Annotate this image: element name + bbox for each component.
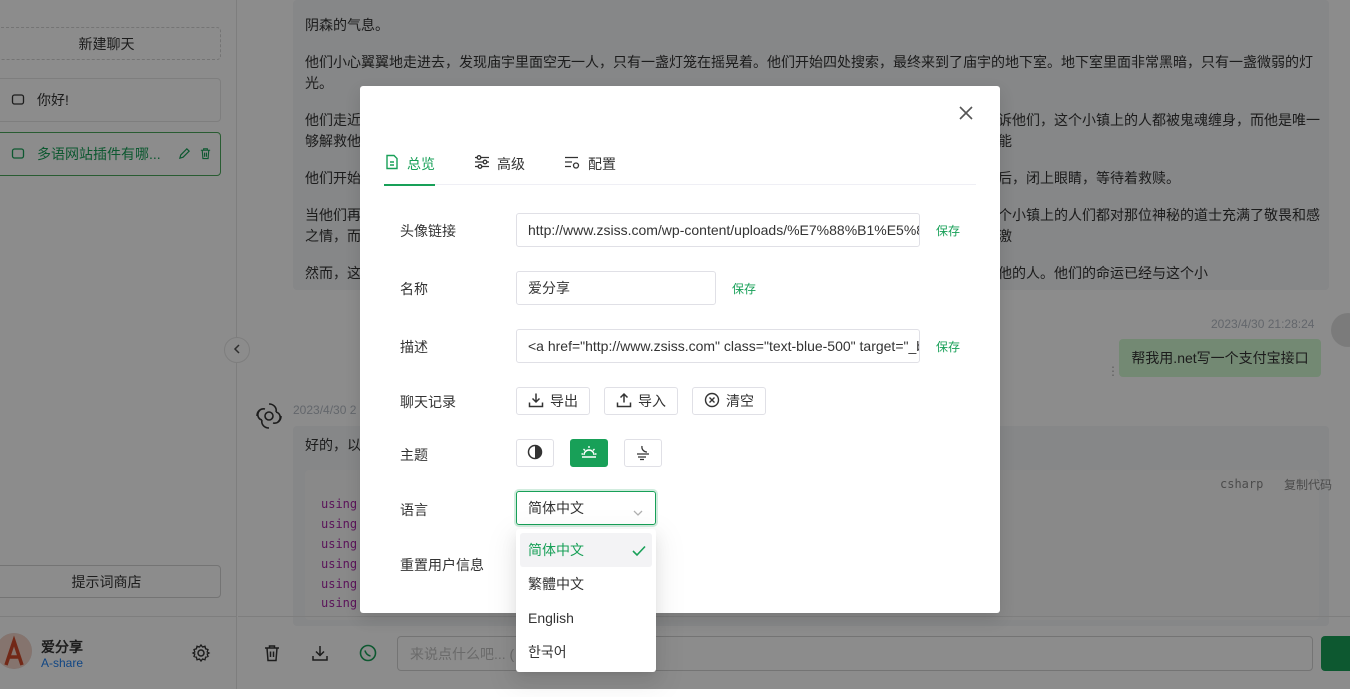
option-label: 한국어 [528, 644, 567, 660]
sun-icon [580, 443, 598, 464]
language-select[interactable]: 简体中文 [516, 491, 656, 525]
settings-tabs: 总览 高级 配置 [384, 142, 976, 186]
download-icon [528, 392, 544, 411]
language-select-value: 简体中文 [528, 500, 584, 516]
description-label: 描述 [400, 339, 428, 355]
clear-button[interactable]: 清空 [692, 387, 766, 415]
theme-dark-button[interactable] [624, 439, 662, 467]
save-description-button[interactable]: 保存 [936, 338, 960, 355]
check-icon [632, 544, 646, 560]
close-icon [959, 105, 973, 123]
theme-auto-button[interactable] [516, 439, 554, 467]
theme-label: 主题 [400, 447, 428, 463]
description-input[interactable]: <a href="http://www.zsiss.com" class="te… [516, 329, 920, 363]
button-label: 清空 [726, 393, 754, 409]
close-circle-icon [704, 392, 720, 411]
contrast-icon [527, 444, 543, 463]
language-label: 语言 [400, 502, 428, 518]
option-label: 繁體中文 [528, 576, 584, 592]
sliders-icon [474, 154, 490, 173]
window-bottom-edge [0, 689, 1350, 697]
settings-modal: 总览 高级 配置 头像链接 http://www.zsiss.com/wp-co… [360, 86, 1000, 613]
option-label: 简体中文 [528, 542, 584, 558]
chevron-down-icon [633, 504, 643, 520]
tab-label: 高级 [497, 155, 525, 172]
language-option[interactable]: 简体中文 [520, 533, 652, 567]
name-input[interactable]: 爱分享 [516, 271, 716, 305]
save-avatar-button[interactable]: 保存 [936, 222, 960, 239]
export-button[interactable]: 导出 [516, 387, 590, 415]
tab-label: 配置 [588, 155, 616, 172]
tab-config[interactable]: 配置 [564, 142, 616, 185]
option-label: English [528, 610, 574, 626]
button-label: 导入 [638, 393, 666, 409]
avatar-link-input[interactable]: http://www.zsiss.com/wp-content/uploads/… [516, 213, 920, 247]
language-option[interactable]: 繁體中文 [520, 567, 652, 601]
name-label: 名称 [400, 281, 428, 297]
theme-light-button[interactable] [570, 439, 608, 467]
language-dropdown: 简体中文 繁體中文 English 한국어 [516, 529, 656, 672]
close-button[interactable] [956, 104, 976, 124]
tab-overview[interactable]: 总览 [384, 142, 435, 186]
import-button[interactable]: 导入 [604, 387, 678, 415]
reset-user-info-label: 重置用户信息 [400, 557, 484, 573]
save-name-button[interactable]: 保存 [732, 280, 756, 297]
upload-icon [616, 392, 632, 411]
button-label: 导出 [550, 393, 578, 409]
chat-history-label: 聊天记录 [400, 394, 456, 410]
avatar-link-label: 头像链接 [400, 223, 456, 239]
language-option[interactable]: English [520, 601, 652, 635]
tab-advanced[interactable]: 高级 [474, 142, 525, 185]
document-icon [384, 154, 400, 173]
language-option[interactable]: 한국어 [520, 635, 652, 669]
tab-label: 总览 [407, 155, 435, 172]
moon-icon [634, 443, 652, 464]
settings-list-icon [564, 154, 581, 173]
